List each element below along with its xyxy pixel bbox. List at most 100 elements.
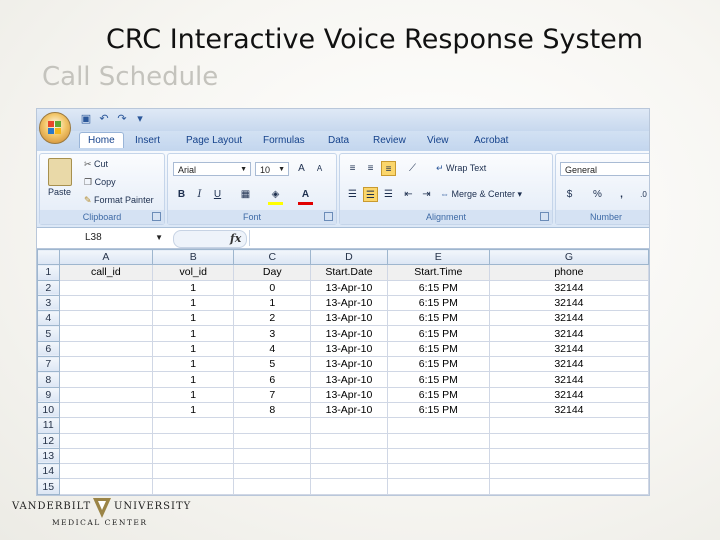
cell[interactable] [488, 417, 649, 434]
font-name-select[interactable]: Arial ▼ [173, 162, 251, 176]
increase-decimal-icon[interactable]: .0 [636, 187, 649, 202]
cell[interactable] [58, 417, 154, 434]
column-header[interactable]: G [488, 248, 649, 266]
row-header[interactable]: 8 [37, 371, 60, 388]
merge-center-button[interactable]: ⇔ Merge & Center ▾ [440, 189, 522, 200]
cell[interactable]: 13-Apr-10 [310, 310, 388, 327]
cell[interactable] [152, 432, 235, 449]
cell[interactable] [58, 401, 154, 419]
align-center-icon[interactable]: ☰ [363, 187, 378, 202]
column-title-cell[interactable]: Day [233, 264, 312, 281]
cell[interactable]: 3 [233, 325, 312, 342]
cell[interactable]: 13-Apr-10 [310, 340, 388, 358]
cell[interactable] [58, 310, 154, 327]
row-header[interactable]: 2 [37, 279, 60, 296]
number-format-select[interactable]: General [560, 162, 649, 176]
tab-home[interactable]: Home [79, 132, 124, 148]
cell[interactable]: 2 [233, 310, 312, 327]
cell[interactable]: 13-Apr-10 [310, 279, 388, 296]
cell[interactable]: 4 [233, 340, 312, 358]
office-button[interactable] [39, 112, 71, 144]
cell[interactable]: 6:15 PM [386, 371, 490, 388]
row-header[interactable]: 7 [37, 356, 60, 373]
wrap-text-button[interactable]: ↵ Wrap Text [436, 163, 486, 174]
cell[interactable]: 0 [233, 279, 312, 296]
cell[interactable] [386, 463, 490, 480]
cell[interactable] [58, 371, 154, 388]
cell[interactable]: 32144 [488, 310, 649, 327]
cell[interactable] [488, 447, 649, 465]
cell[interactable]: 1 [152, 356, 235, 373]
row-header[interactable]: 9 [37, 386, 60, 403]
cell[interactable] [58, 447, 154, 465]
cell[interactable] [488, 432, 649, 449]
cell[interactable] [233, 417, 312, 434]
align-left-icon[interactable]: ☰ [345, 187, 360, 202]
paste-icon[interactable] [48, 158, 72, 186]
format-painter-button[interactable]: ✎ Format Painter [84, 195, 154, 206]
cell[interactable] [386, 478, 490, 495]
cell[interactable]: 32144 [488, 325, 649, 342]
cell[interactable] [152, 478, 235, 495]
cell[interactable]: 1 [152, 310, 235, 327]
currency-button[interactable]: $ [562, 187, 577, 202]
grow-font-icon[interactable]: A [294, 161, 309, 176]
cell[interactable] [58, 386, 154, 403]
cell[interactable]: 32144 [488, 294, 649, 312]
save-icon[interactable]: ▣ [79, 112, 93, 126]
column-header[interactable]: B [152, 248, 235, 266]
cell[interactable]: 1 [152, 325, 235, 342]
align-middle-icon[interactable]: ≡ [363, 161, 378, 176]
borders-icon[interactable]: ▦ [238, 187, 253, 202]
row-header[interactable]: 6 [37, 340, 60, 358]
column-title-cell[interactable]: Start.Date [310, 264, 388, 281]
formula-input[interactable] [249, 230, 649, 246]
row-header[interactable]: 12 [37, 432, 60, 449]
column-header[interactable]: E [386, 248, 490, 266]
comma-style-icon[interactable]: , [614, 187, 629, 202]
percent-button[interactable]: % [590, 187, 605, 202]
column-title-cell[interactable]: Start.Time [386, 264, 490, 281]
shrink-font-icon[interactable]: A [312, 161, 327, 176]
row-header[interactable]: 1 [37, 264, 60, 281]
cell[interactable]: 6:15 PM [386, 340, 490, 358]
cell[interactable] [152, 447, 235, 465]
cell[interactable] [58, 356, 154, 373]
cell[interactable] [58, 463, 154, 480]
cell[interactable]: 6:15 PM [386, 279, 490, 296]
orientation-icon[interactable]: ⟋ [405, 161, 420, 176]
cell[interactable] [310, 432, 388, 449]
cell[interactable]: 32144 [488, 340, 649, 358]
cell[interactable]: 1 [152, 401, 235, 419]
cell[interactable]: 13-Apr-10 [310, 294, 388, 312]
cell[interactable] [386, 447, 490, 465]
row-header[interactable]: 10 [37, 401, 60, 419]
tab-page-layout[interactable]: Page Layout [186, 135, 242, 146]
italic-button[interactable]: I [192, 187, 207, 202]
cell[interactable]: 6:15 PM [386, 356, 490, 373]
cell[interactable]: 32144 [488, 279, 649, 296]
cell[interactable]: 32144 [488, 401, 649, 419]
row-header[interactable]: 4 [37, 310, 60, 327]
cell[interactable] [152, 417, 235, 434]
row-header[interactable]: 13 [37, 447, 60, 465]
cell[interactable]: 13-Apr-10 [310, 386, 388, 403]
tab-acrobat[interactable]: Acrobat [474, 135, 508, 146]
cell[interactable] [58, 340, 154, 358]
align-right-icon[interactable]: ☰ [381, 187, 396, 202]
bold-button[interactable]: B [174, 187, 189, 202]
align-bottom-icon[interactable]: ≡ [381, 161, 396, 176]
align-top-icon[interactable]: ≡ [345, 161, 360, 176]
cell[interactable]: 7 [233, 386, 312, 403]
cell[interactable]: 32144 [488, 386, 649, 403]
name-box[interactable]: L38 ▼ [37, 230, 169, 246]
row-header[interactable]: 3 [37, 294, 60, 312]
redo-icon[interactable]: ↷ [115, 112, 129, 126]
cell[interactable] [233, 447, 312, 465]
tab-insert[interactable]: Insert [135, 135, 160, 146]
cell[interactable]: 6:15 PM [386, 401, 490, 419]
cell[interactable]: 1 [152, 386, 235, 403]
cell[interactable] [233, 432, 312, 449]
cell[interactable]: 6 [233, 371, 312, 388]
cell[interactable]: 6:15 PM [386, 294, 490, 312]
